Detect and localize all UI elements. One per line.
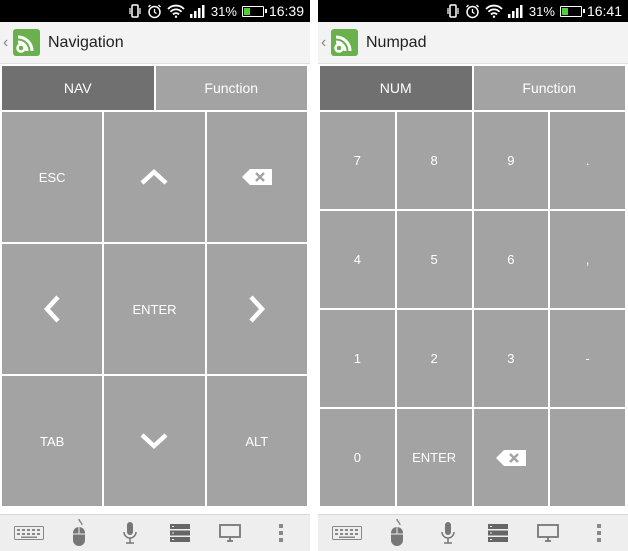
- up-arrow-key[interactable]: [104, 112, 205, 242]
- navigation-keypad: ESC ENTER TAB ALT: [2, 112, 307, 506]
- wifi-icon: [485, 4, 503, 18]
- backspace-key[interactable]: [473, 409, 549, 506]
- battery-percent: 31%: [210, 3, 237, 19]
- clock: 16:41: [586, 3, 622, 19]
- signal-icon: [507, 4, 524, 18]
- arrow-left-icon: [44, 295, 60, 323]
- keyboard-icon[interactable]: [13, 518, 45, 548]
- numpad-keypad: 7 8 9 . 4 5 6 , 1 2 3 - 0 ENTER: [320, 112, 625, 506]
- mode-tabs: NUM Function: [320, 66, 625, 110]
- app-logo-icon[interactable]: [13, 29, 40, 56]
- alarm-icon: [147, 4, 162, 19]
- backspace-icon: [495, 449, 526, 466]
- battery-icon: [241, 5, 267, 17]
- tab-function[interactable]: Function: [473, 66, 625, 110]
- backspace-icon: [241, 169, 272, 185]
- action-bar: ‹ Navigation: [0, 22, 310, 64]
- key-comma[interactable]: ,: [550, 211, 625, 308]
- tab-function[interactable]: Function: [155, 66, 307, 110]
- key-4[interactable]: 4: [320, 211, 395, 308]
- navigation-screen: 31% 16:39 ‹ Navigation NAV Function ESC …: [0, 0, 310, 551]
- overflow-menu-icon[interactable]: [265, 518, 297, 548]
- key-7[interactable]: 7: [320, 112, 395, 209]
- monitor-icon[interactable]: [532, 518, 564, 548]
- tab-nav[interactable]: NAV: [2, 66, 154, 110]
- left-arrow-key[interactable]: [2, 244, 103, 374]
- mode-tabs: NAV Function: [2, 66, 307, 110]
- bottom-toolbar: [318, 514, 628, 551]
- alt-key[interactable]: ALT: [206, 376, 307, 506]
- page-title: Navigation: [48, 33, 124, 51]
- key-3[interactable]: 3: [473, 310, 549, 407]
- arrow-up-icon: [140, 168, 169, 185]
- mouse-icon[interactable]: [63, 518, 95, 548]
- backspace-key[interactable]: [206, 112, 307, 242]
- numpad-screen: 31% 16:41 ‹ Numpad NUM Function 7 8 9 . …: [318, 0, 628, 551]
- battery-icon: [559, 5, 585, 17]
- tab-key[interactable]: TAB: [2, 376, 103, 506]
- microphone-icon[interactable]: [114, 518, 146, 548]
- signal-icon: [189, 4, 206, 18]
- alarm-icon: [465, 4, 480, 19]
- down-arrow-key[interactable]: [104, 376, 205, 506]
- key-9[interactable]: 9: [473, 112, 549, 209]
- list-icon[interactable]: [164, 518, 196, 548]
- bottom-toolbar: [0, 514, 310, 551]
- arrow-down-icon: [140, 433, 169, 450]
- clock: 16:39: [268, 3, 304, 19]
- monitor-icon[interactable]: [214, 518, 246, 548]
- battery-percent: 31%: [528, 3, 555, 19]
- mouse-icon[interactable]: [381, 518, 413, 548]
- key-minus[interactable]: -: [550, 310, 625, 407]
- vibrate-icon: [446, 4, 460, 18]
- app-logo-icon[interactable]: [331, 29, 358, 56]
- page-title: Numpad: [366, 33, 427, 51]
- key-dot[interactable]: .: [550, 112, 625, 209]
- key-1[interactable]: 1: [320, 310, 395, 407]
- status-bar: 31% 16:41: [318, 0, 628, 22]
- overflow-menu-icon[interactable]: [583, 518, 615, 548]
- enter-key[interactable]: ENTER: [104, 244, 205, 374]
- status-bar: 31% 16:39: [0, 0, 310, 22]
- esc-key[interactable]: ESC: [2, 112, 103, 242]
- right-arrow-key[interactable]: [206, 244, 307, 374]
- key-5[interactable]: 5: [396, 211, 472, 308]
- key-2[interactable]: 2: [396, 310, 472, 407]
- action-bar: ‹ Numpad: [318, 22, 628, 64]
- back-chevron-icon[interactable]: ‹: [3, 34, 12, 52]
- key-6[interactable]: 6: [473, 211, 549, 308]
- microphone-icon[interactable]: [432, 518, 464, 548]
- blank-key[interactable]: [550, 409, 625, 506]
- list-icon[interactable]: [482, 518, 514, 548]
- keyboard-icon[interactable]: [331, 518, 363, 548]
- tab-num[interactable]: NUM: [320, 66, 472, 110]
- key-0[interactable]: 0: [320, 409, 395, 506]
- key-8[interactable]: 8: [396, 112, 472, 209]
- wifi-icon: [167, 4, 185, 18]
- back-chevron-icon[interactable]: ‹: [321, 34, 330, 52]
- enter-key[interactable]: ENTER: [396, 409, 472, 506]
- vibrate-icon: [128, 4, 142, 18]
- arrow-right-icon: [249, 295, 265, 323]
